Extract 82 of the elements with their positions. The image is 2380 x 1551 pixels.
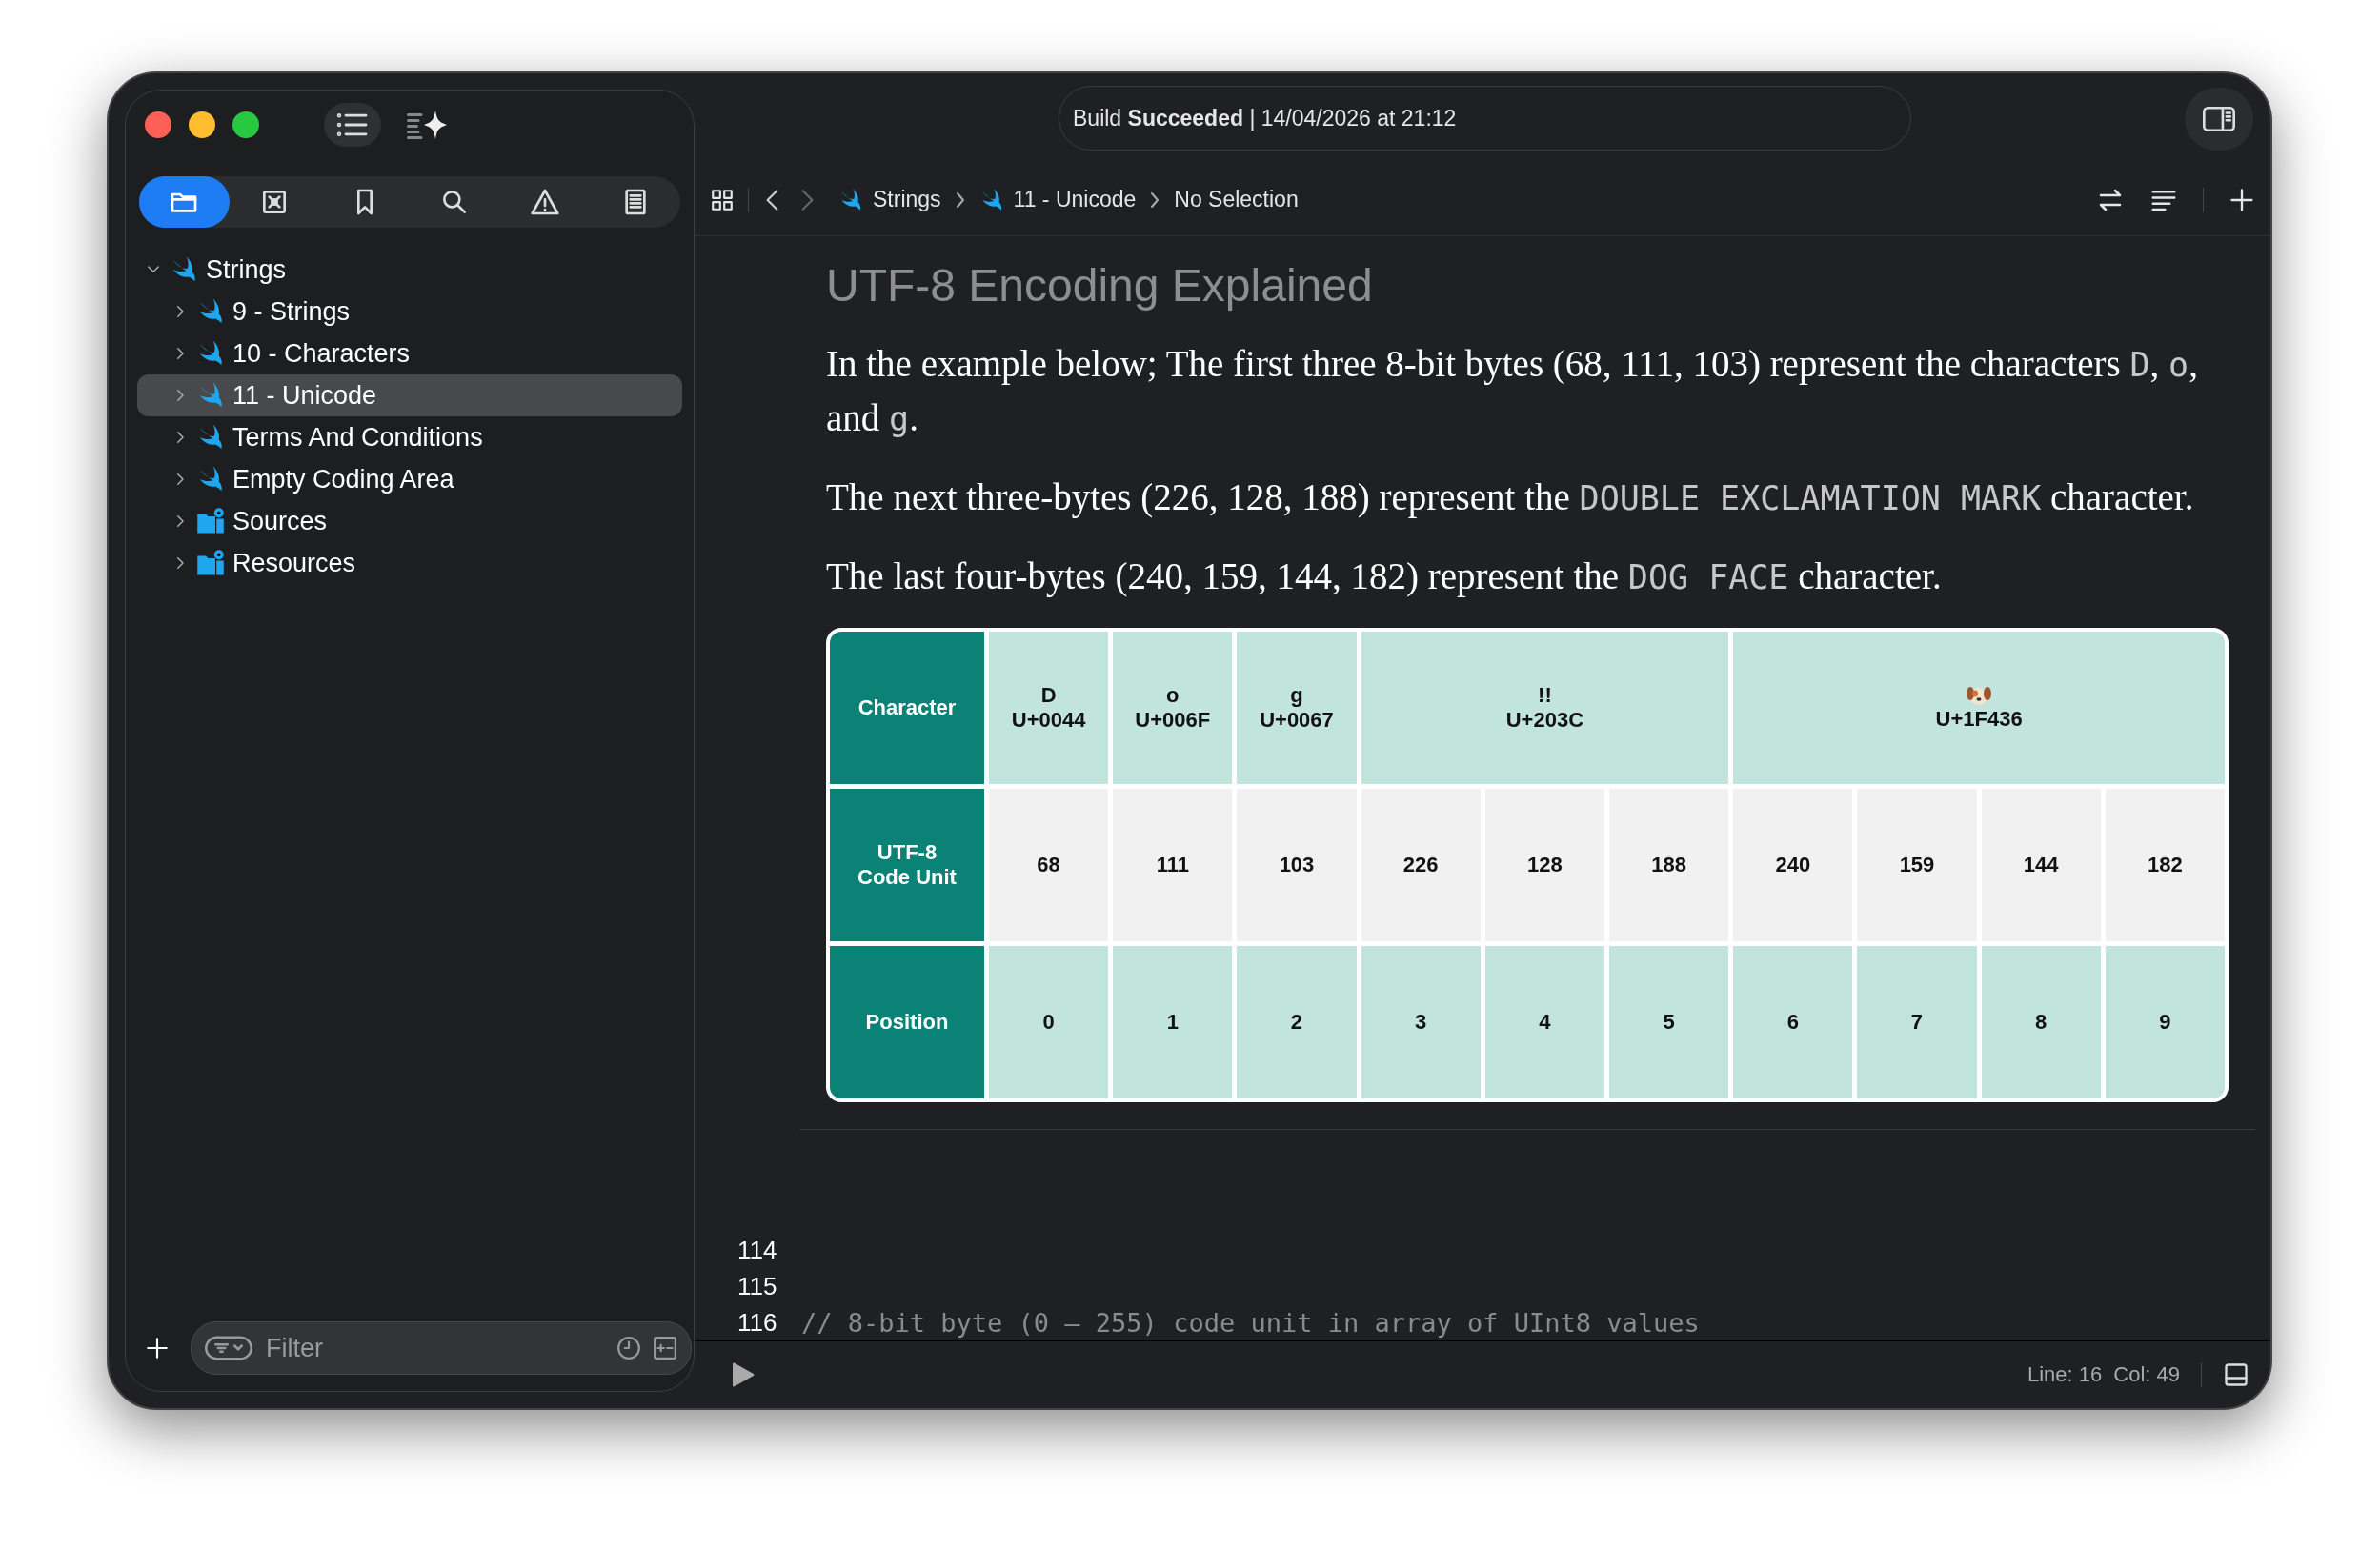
tree-item[interactable]: 9 - Strings (137, 291, 682, 332)
tree-item[interactable]: Resources (137, 542, 682, 584)
sidebar-right-icon (2203, 105, 2235, 132)
paragraph: The last four-bytes (240, 159, 144, 182) represent the DOG FACE character. (826, 554, 1943, 599)
add-button[interactable] (145, 1336, 170, 1360)
item-label: Strings (206, 254, 287, 285)
position-cell: 7 (1857, 946, 1977, 1098)
list-icon (336, 111, 369, 138)
item-label: Resources (232, 548, 356, 578)
chevron-right-icon (1149, 190, 1161, 210)
code-unit-cell: 188 (1609, 789, 1729, 941)
position-cell: 9 (2105, 946, 2225, 1098)
code-comment: // 8-bit byte (0 – 255) code unit in array of UInt8 values (801, 1307, 1700, 1338)
line-number: 114 (737, 1235, 778, 1265)
folder-gear-icon (196, 507, 225, 535)
position-cell: 8 (1981, 946, 2101, 1098)
item-label: Terms And Conditions (232, 422, 483, 453)
code-unit-cell: 159 (1857, 789, 1977, 941)
item-label: 9 - Strings (232, 296, 351, 327)
paragraph: In the example below; The first three 8-bit bytes (68, 111, 103) represent the characters D, o, and g. (826, 342, 2199, 440)
minimize-button[interactable] (189, 111, 215, 138)
navigator-tab[interactable] (139, 176, 230, 228)
sidebar-toggle-button[interactable] (324, 103, 381, 147)
filter-input[interactable]: Filter (264, 1332, 605, 1364)
line-number: 115 (737, 1271, 778, 1301)
code-unit-cell: 182 (2105, 789, 2225, 941)
code-unit-cell: 68 (989, 789, 1109, 941)
code-unit-cell: 128 (1484, 789, 1604, 941)
position-cell: 3 (1361, 946, 1481, 1098)
character-cell: g U+0067 (1237, 632, 1357, 784)
tree-item[interactable]: 10 - Characters (137, 332, 682, 374)
panel-bottom-icon (2223, 1361, 2249, 1388)
diff-icon[interactable] (653, 1336, 677, 1360)
grid-button[interactable] (710, 187, 735, 212)
grid-icon (710, 187, 735, 212)
position-cell: 4 (1484, 946, 1604, 1098)
row-header: UTF-8 Code Unit (830, 789, 984, 941)
character-cell: D U+0044 (989, 632, 1109, 784)
plus-icon (145, 1336, 170, 1360)
tree-item[interactable]: Sources (137, 500, 682, 542)
zoom-button[interactable] (232, 111, 259, 138)
paragraph: The next three-bytes (226, 128, 188) represent the DOUBLE EXCLAMATION MARK character. (826, 475, 2195, 520)
character-cell: o U+006F (1113, 632, 1233, 784)
code-unit-cell: 226 (1361, 789, 1481, 941)
character-cell: U+1F436 (1733, 632, 2225, 784)
warning-icon (530, 187, 560, 217)
tree-item[interactable]: 11 - Unicode (137, 374, 682, 416)
breadcrumb-item[interactable]: Strings (838, 187, 941, 212)
position-cell: 1 (1113, 946, 1233, 1098)
code-unit-cell: 144 (1981, 789, 2101, 941)
add-editor-button[interactable] (2229, 186, 2255, 213)
code-unit-cell: 240 (1733, 789, 1853, 941)
document-title: UTF-8 Encoding Explained (826, 259, 1374, 312)
item-label: Sources (232, 506, 328, 536)
item-label: 11 - Unicode (232, 380, 377, 411)
item-label: 10 - Characters (232, 338, 411, 369)
breadcrumb-item[interactable]: 11 - Unicode (978, 187, 1137, 212)
clock-icon[interactable] (616, 1336, 641, 1360)
code-unit-cell: 111 (1113, 789, 1233, 941)
position-cell: 0 (989, 946, 1109, 1098)
position-cell: 6 (1733, 946, 1853, 1098)
line-indicator: Line: 16 (2027, 1362, 2103, 1387)
tree-item[interactable]: Strings (137, 249, 682, 291)
tree-item[interactable]: Empty Coding Area (137, 458, 682, 500)
line-number: 116 (737, 1307, 778, 1338)
tree-item[interactable]: Terms And Conditions (137, 416, 682, 458)
code-unit-cell: 103 (1237, 789, 1357, 941)
column-indicator: Col: 49 (2113, 1362, 2180, 1387)
close-button[interactable] (145, 111, 171, 138)
folder-gear-icon (196, 549, 225, 577)
item-label: Empty Coding Area (232, 464, 454, 494)
filter-field[interactable]: Filter (191, 1321, 692, 1375)
debug-area-toggle-button[interactable] (2223, 1361, 2249, 1388)
plus-icon (2229, 186, 2255, 213)
character-cell: !! U+203C (1361, 632, 1729, 784)
position-cell: 2 (1237, 946, 1357, 1098)
filter-options-icon[interactable] (205, 1336, 252, 1360)
row-header: Character (830, 632, 984, 784)
breadcrumb-item[interactable]: No Selection (1174, 187, 1299, 212)
position-cell: 5 (1609, 946, 1729, 1098)
row-header: Position (830, 946, 984, 1098)
chevron-right-icon (954, 190, 966, 210)
